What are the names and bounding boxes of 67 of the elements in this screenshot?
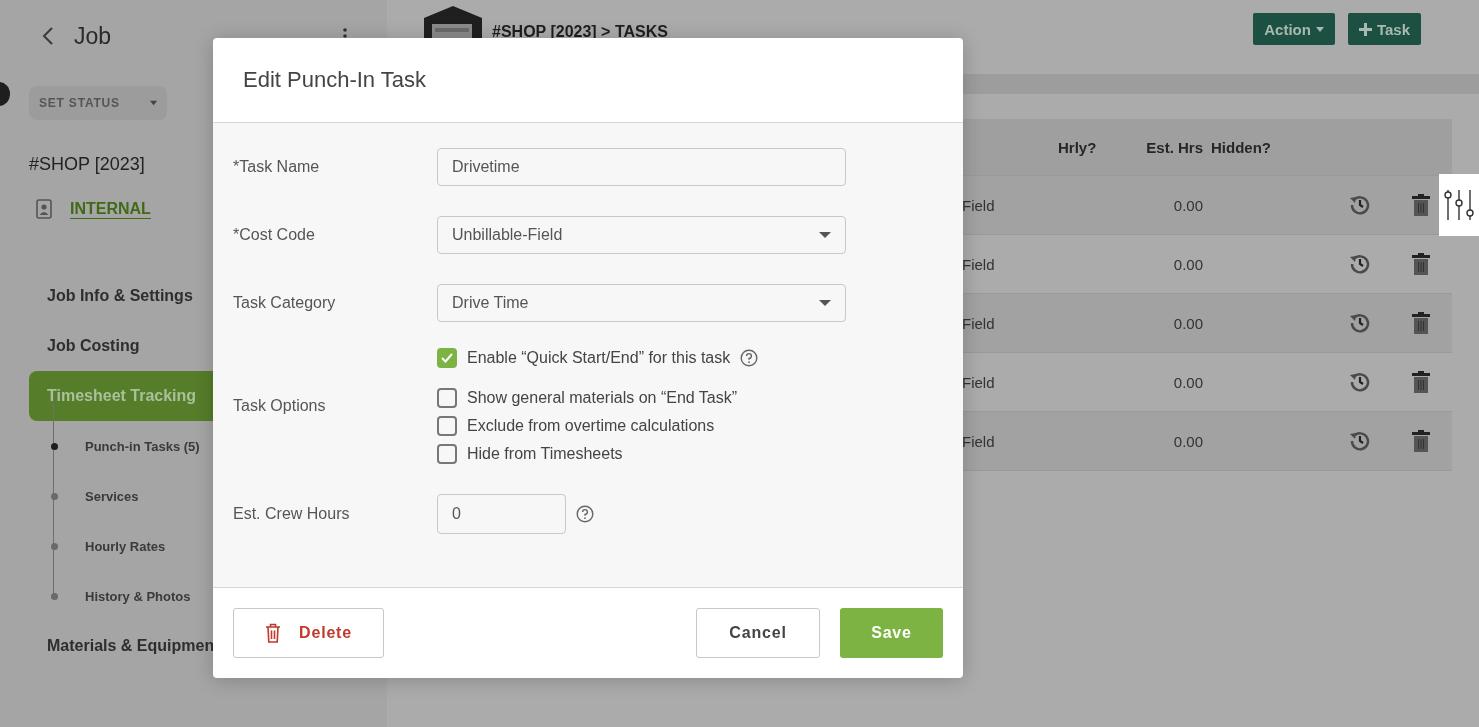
- table-cell: Field: [962, 373, 995, 391]
- caret-icon: [1315, 26, 1324, 32]
- column-header: Hrly?: [1057, 138, 1097, 156]
- trash-icon[interactable]: [1412, 253, 1430, 275]
- caret-icon: [819, 300, 831, 306]
- sub-nav-item[interactable]: Services: [85, 488, 139, 504]
- table-cell: Field: [962, 196, 995, 214]
- back-icon[interactable]: [42, 26, 54, 46]
- sub-nav-item[interactable]: Hourly Rates: [85, 538, 166, 554]
- table-cell: 0.00: [1173, 196, 1203, 214]
- checkbox[interactable]: [437, 388, 457, 408]
- option-label: Enable “Quick Start/End” for this task: [467, 349, 731, 367]
- plus-icon: [1358, 22, 1372, 36]
- add-task-button[interactable]: Task: [1347, 13, 1421, 45]
- column-header: Est. Hrs: [1146, 138, 1203, 156]
- dialog-title: Edit Punch-In Task: [243, 67, 427, 93]
- sub-nav-item[interactable]: Punch-in Tasks (5): [85, 438, 200, 454]
- delete-button[interactable]: Delete: [233, 608, 384, 658]
- option-label: Show general materials on “End Task”: [467, 389, 738, 407]
- caret-icon: [819, 232, 831, 238]
- history-icon[interactable]: [1349, 194, 1371, 216]
- page-title: Job: [74, 22, 113, 50]
- history-icon[interactable]: [1349, 371, 1371, 393]
- table-cell: Field: [962, 255, 995, 273]
- table-cell: 0.00: [1173, 432, 1203, 450]
- settings-tab[interactable]: [1439, 174, 1479, 236]
- save-button[interactable]: Save: [840, 608, 943, 658]
- table-cell: 0.00: [1173, 255, 1203, 273]
- select-field[interactable]: Drive Time: [437, 284, 846, 322]
- trash-icon[interactable]: [1412, 312, 1430, 334]
- field-label: Task Category: [233, 294, 337, 312]
- checkbox[interactable]: [437, 444, 457, 464]
- history-icon[interactable]: [1349, 312, 1371, 334]
- table-cell: Field: [962, 314, 995, 332]
- cancel-button[interactable]: Cancel: [696, 608, 820, 658]
- option-label: Exclude from overtime calculations: [467, 417, 715, 435]
- history-icon[interactable]: [1349, 430, 1371, 452]
- trash-icon[interactable]: [1412, 371, 1430, 393]
- history-icon[interactable]: [1349, 253, 1371, 275]
- status-dropdown[interactable]: SET STATUS: [29, 86, 167, 120]
- select-field[interactable]: Unbillable-Field: [437, 216, 846, 254]
- field-label: Task Options: [233, 397, 327, 415]
- checkbox[interactable]: [437, 416, 457, 436]
- sliders-icon: [1444, 189, 1474, 221]
- checkbox[interactable]: [437, 348, 457, 368]
- action-button[interactable]: Action: [1253, 13, 1335, 45]
- table-cell: 0.00: [1173, 314, 1203, 332]
- check-icon: [440, 352, 454, 364]
- field-label: *Cost Code: [233, 226, 316, 244]
- id-badge-icon: [36, 199, 52, 219]
- trash-icon[interactable]: [1412, 194, 1430, 216]
- crew-hours-field[interactable]: 0: [437, 494, 566, 534]
- caret-icon: [149, 100, 157, 106]
- column-header: Hidden?: [1210, 138, 1271, 156]
- field-label: Est. Crew Hours: [233, 505, 351, 523]
- job-name: #SHOP [2023]: [29, 154, 145, 175]
- task-name-field[interactable]: Drivetime: [437, 148, 846, 186]
- help-icon[interactable]: [576, 505, 594, 523]
- table-cell: Field: [962, 432, 995, 450]
- sub-nav-item[interactable]: History & Photos: [85, 588, 191, 604]
- help-icon[interactable]: [740, 349, 759, 367]
- option-label: Hide from Timesheets: [467, 445, 623, 463]
- trash-icon: [265, 623, 282, 643]
- field-label: *Task Name: [233, 158, 321, 176]
- table-cell: 0.00: [1173, 373, 1203, 391]
- job-type-link[interactable]: INTERNAL: [70, 199, 151, 219]
- trash-icon[interactable]: [1412, 430, 1430, 452]
